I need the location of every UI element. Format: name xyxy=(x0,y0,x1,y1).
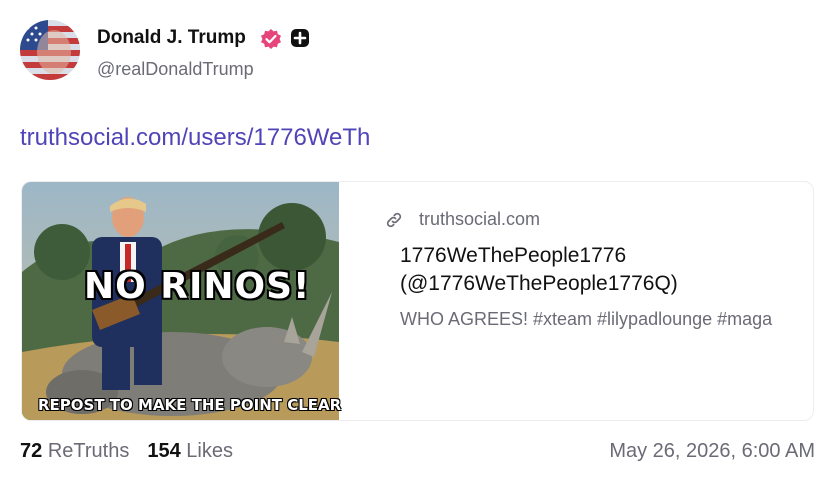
card-description: WHO AGREES! #xteam #lilypadlounge #maga xyxy=(400,309,773,329)
likes-stat[interactable]: 154 Likes xyxy=(147,440,233,463)
card-domain-row: truthsocial.com xyxy=(384,209,540,230)
retruths-label: ReTruths xyxy=(47,440,130,462)
author-handle[interactable]: @realDonaldTrump xyxy=(97,59,254,80)
retruths-stat[interactable]: 72 ReTruths xyxy=(20,440,129,463)
preview-image-caption: REPOST TO MAKE THE POINT CLEAR xyxy=(38,396,342,414)
retruths-count: 72 xyxy=(20,440,43,462)
link-preview-card[interactable]: NO RINOS! REPOST TO MAKE THE POINT CLEAR… xyxy=(21,181,814,421)
engagement-stats: 72 ReTruths 154 Likes xyxy=(20,440,251,463)
avatar[interactable] xyxy=(20,20,80,80)
card-title: 1776WeThePeople1776 (@1776WeThePeople177… xyxy=(400,244,678,295)
post-link[interactable]: truthsocial.com/users/1776WeTh xyxy=(20,124,370,152)
likes-label: Likes xyxy=(186,440,233,462)
avatar-image xyxy=(20,20,80,80)
plus-badge-icon xyxy=(291,29,309,47)
preview-image-headline: NO RINOS! xyxy=(84,266,311,307)
author-name[interactable]: Donald J. Trump xyxy=(97,27,246,49)
link-icon xyxy=(386,212,402,227)
card-domain: truthsocial.com xyxy=(419,209,541,229)
verified-badge-icon xyxy=(261,29,281,49)
likes-count: 154 xyxy=(147,440,181,462)
post-timestamp[interactable]: May 26, 2026, 6:00 AM xyxy=(609,440,815,463)
